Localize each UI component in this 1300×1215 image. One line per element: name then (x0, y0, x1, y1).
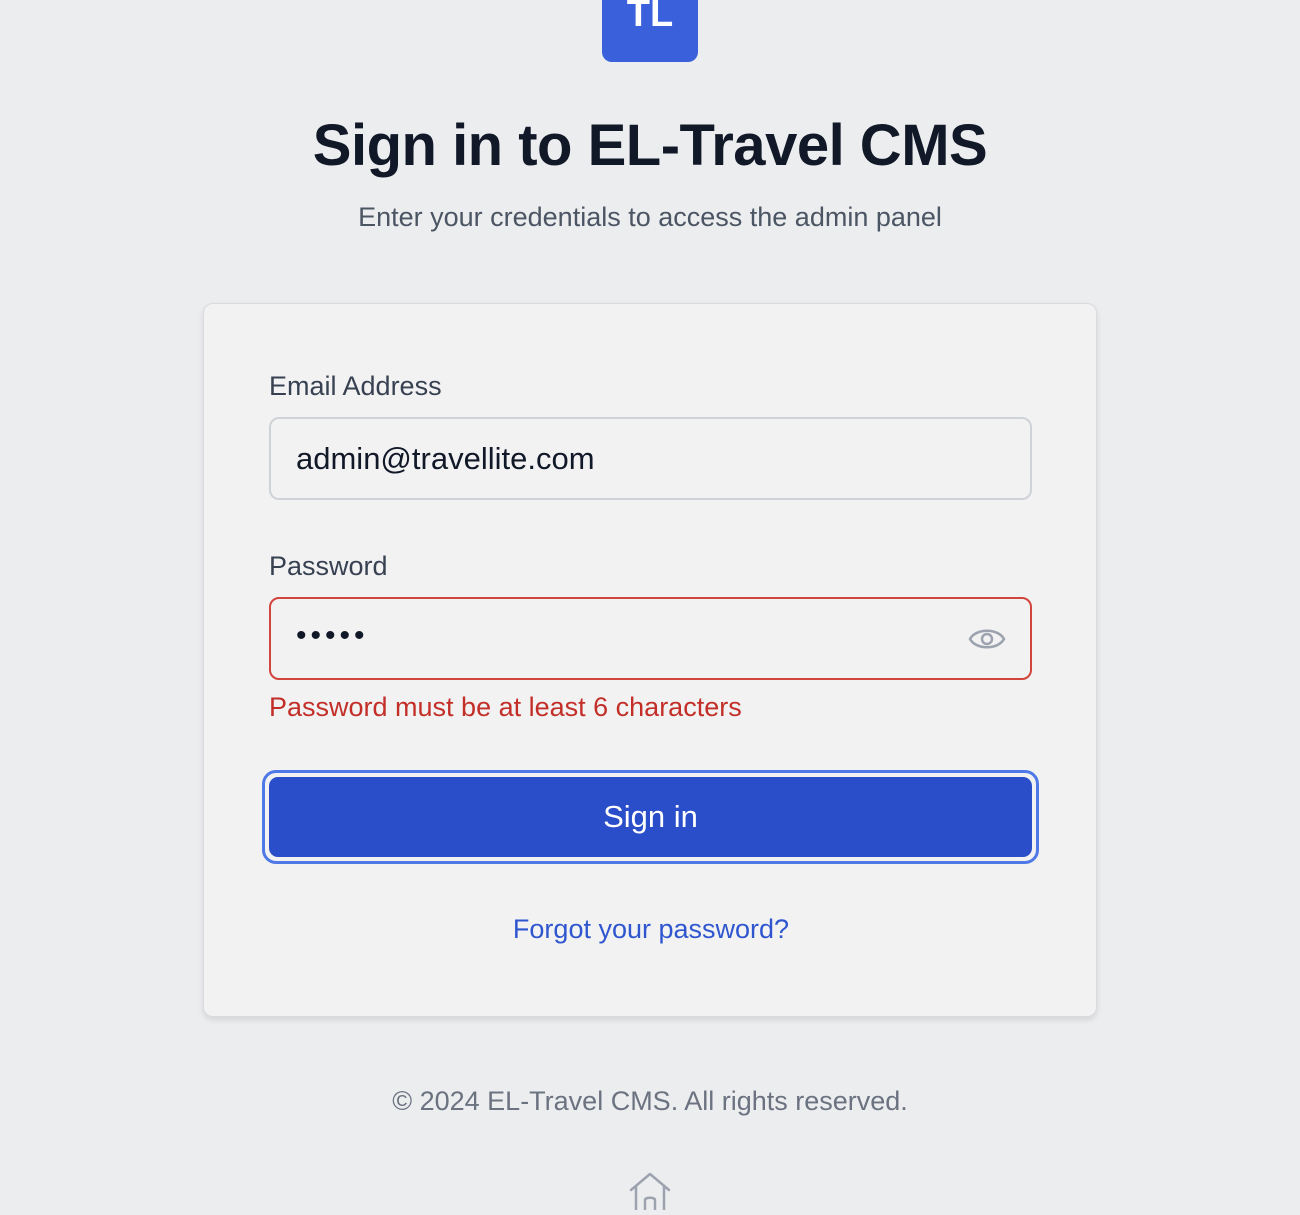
password-error-message: Password must be at least 6 characters (269, 692, 742, 722)
email-field[interactable]: admin@travellite.com (269, 417, 1032, 500)
page-subtitle: Enter your credentials to access the adm… (358, 202, 942, 232)
password-value: ••••• (296, 618, 369, 652)
email-label: Email Address (269, 371, 442, 401)
email-value: admin@travellite.com (296, 440, 595, 476)
page-title: Sign in to EL-Travel CMS (312, 113, 988, 178)
password-label: Password (269, 551, 388, 581)
sign-in-button-label: Sign in (269, 777, 1032, 857)
home-icon[interactable] (627, 1170, 673, 1212)
sign-in-button[interactable]: Sign in (262, 770, 1039, 864)
footer-copyright: © 2024 EL-Travel CMS. All rights reserve… (392, 1086, 908, 1116)
password-field[interactable]: ••••• (269, 597, 1032, 680)
forgot-password-link[interactable]: Forgot your password? (204, 914, 1098, 945)
eye-icon[interactable] (968, 623, 1006, 655)
brand-logo: TL (602, 0, 698, 62)
login-card: Email Address admin@travellite.com Passw… (203, 303, 1097, 1017)
brand-logo-text: TL (626, 0, 674, 35)
